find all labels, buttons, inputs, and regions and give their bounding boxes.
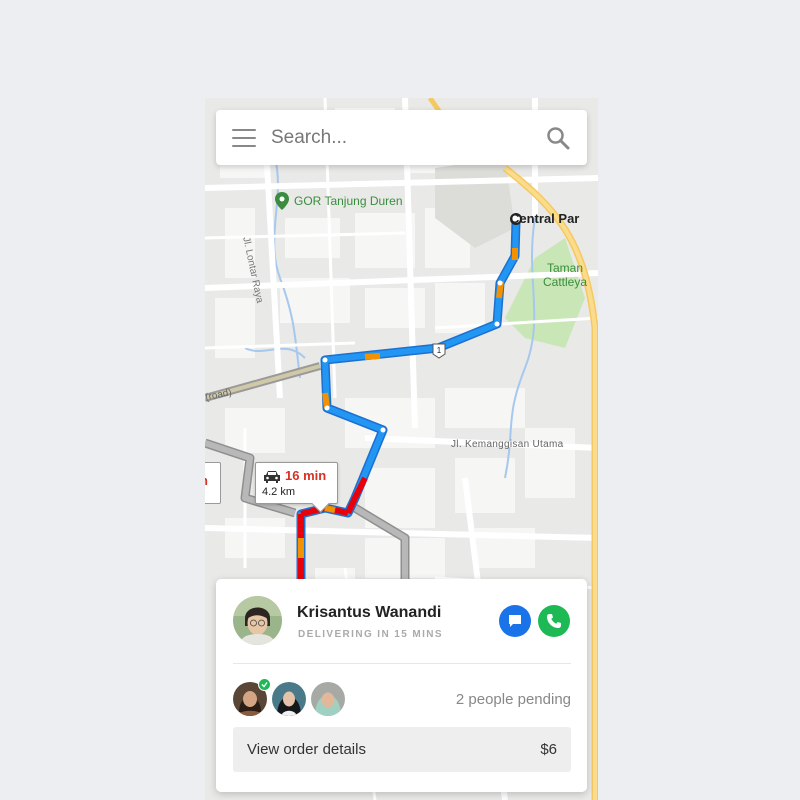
svg-text:1: 1	[437, 346, 442, 355]
alt-eta-bubble[interactable]: n	[205, 462, 221, 504]
hamburger-icon[interactable]	[232, 128, 256, 147]
poi-taman-label: Taman	[547, 261, 584, 275]
car-icon	[264, 471, 280, 483]
avatar[interactable]	[272, 682, 306, 716]
driver-status: DELIVERING IN 15 MINS	[298, 629, 443, 640]
order-label: View order details	[247, 741, 366, 758]
alt-eta-time: n	[205, 473, 208, 488]
map-pin-icon	[275, 192, 289, 210]
pending-count: 2 people pending	[455, 691, 571, 708]
divider	[233, 663, 571, 664]
poi-gor-label: GOR Tanjung Duren	[294, 194, 403, 208]
order-price: $6	[540, 741, 557, 758]
poi-gor[interactable]: GOR Tanjung Duren	[275, 192, 403, 210]
eta-time: 16 min	[285, 468, 327, 483]
search-input[interactable]	[271, 126, 545, 149]
delivery-card: Krisantus Wanandi DELIVERING IN 15 MINS	[216, 579, 587, 792]
avatar[interactable]	[311, 682, 345, 716]
chat-bubble-icon	[509, 615, 521, 627]
eta-distance: 4.2 km	[262, 486, 296, 498]
phone-icon	[547, 614, 561, 628]
street-kemanggisan: Jl. Kemanggisan Utama	[451, 439, 564, 450]
view-order-button[interactable]: View order details $6	[233, 727, 571, 772]
search-icon[interactable]	[545, 125, 571, 151]
call-button[interactable]	[538, 605, 570, 637]
message-button[interactable]	[499, 605, 531, 637]
confirmed-badge	[258, 678, 271, 691]
check-icon	[261, 682, 268, 688]
phone-screen: 1 GOR Tanjung Duren Central Par Taman Ca…	[205, 98, 598, 800]
eta-bubble[interactable]: 16 min 4.2 km	[255, 462, 338, 504]
search-bar	[216, 110, 587, 165]
driver-avatar[interactable]	[233, 596, 282, 645]
poi-central-park[interactable]: Central Par	[510, 211, 579, 226]
poi-cattleya-label: Cattleya	[543, 275, 588, 289]
driver-name: Krisantus Wanandi	[297, 604, 442, 621]
poi-taman-cattleya[interactable]: Taman Cattleya	[543, 261, 587, 289]
